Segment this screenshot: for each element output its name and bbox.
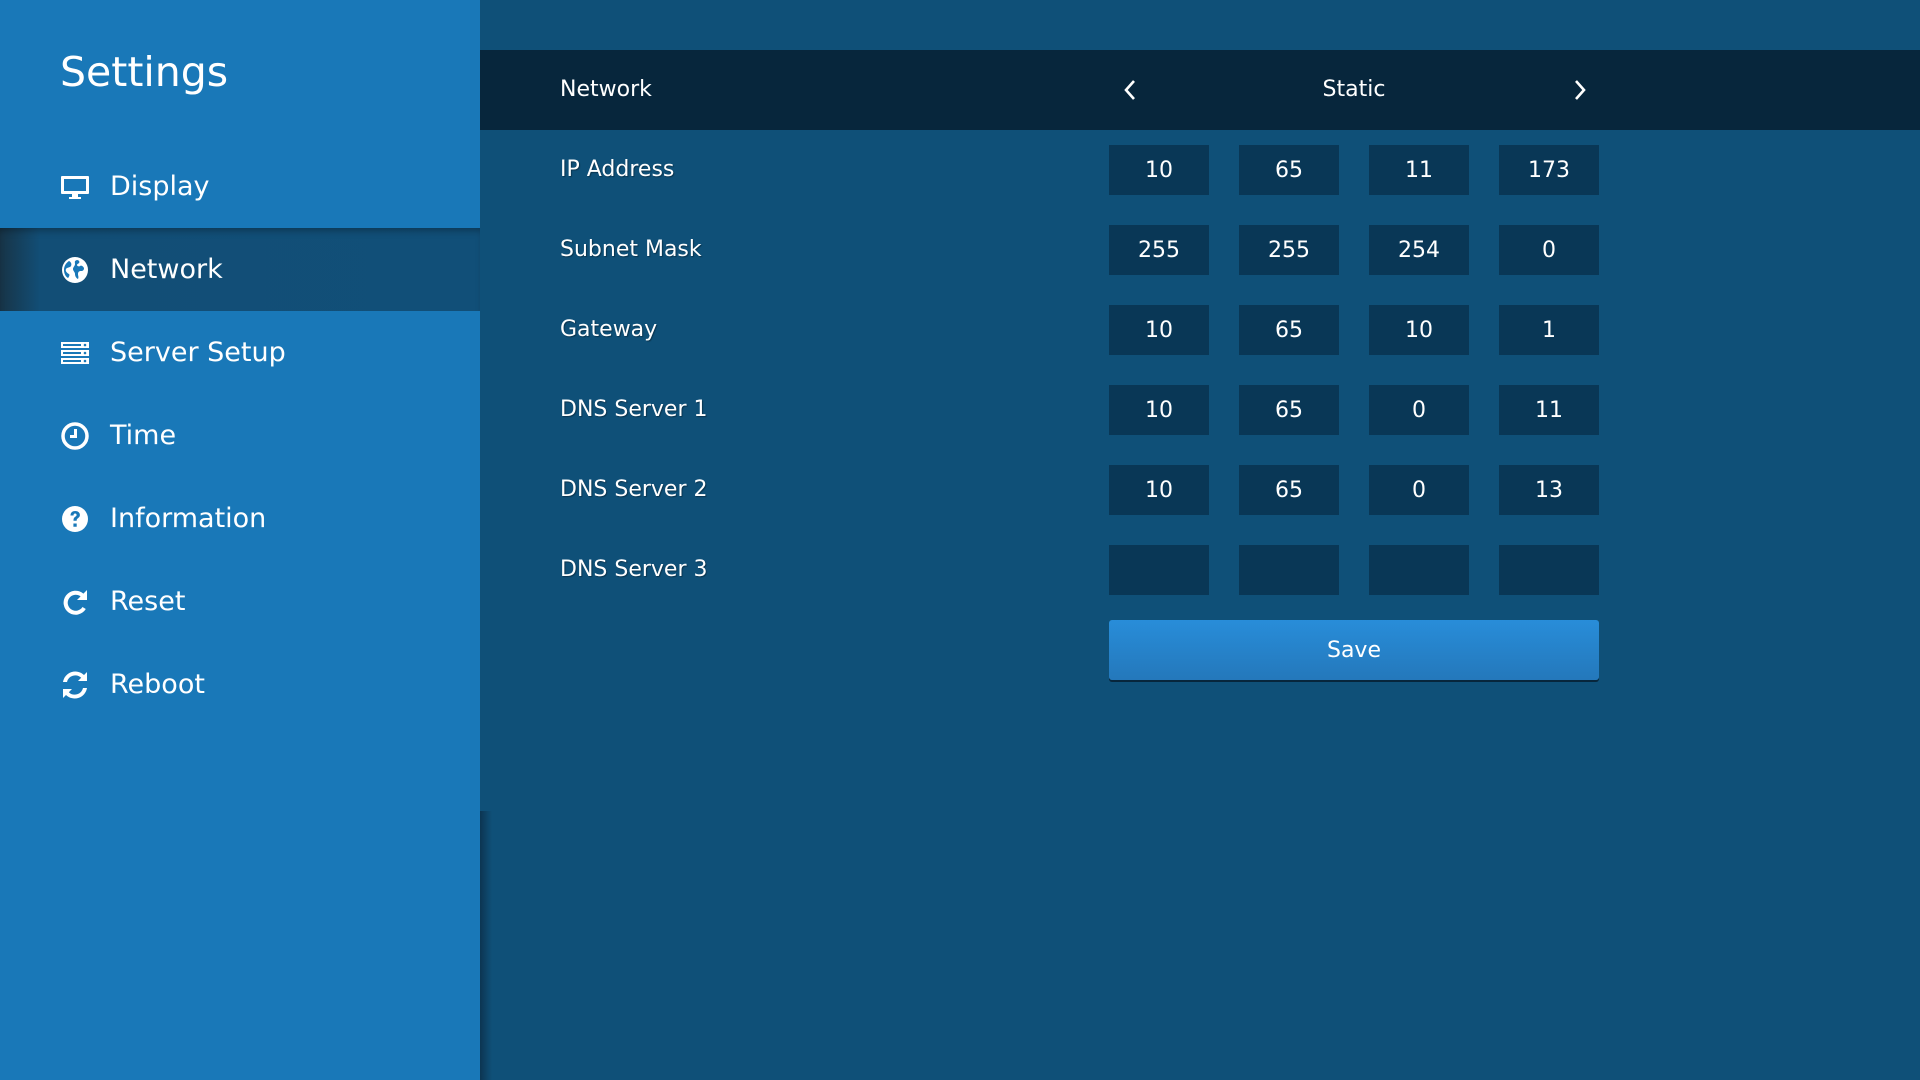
gateway-octet-4[interactable]	[1499, 305, 1599, 355]
ip-address-octet-2[interactable]	[1239, 145, 1339, 195]
sidebar-item-display[interactable]: Display	[0, 145, 480, 228]
sidebar-item-label: Time	[110, 420, 177, 451]
dns-server-2-row: DNS Server 2	[480, 465, 1920, 515]
refresh-icon	[60, 670, 90, 700]
dns-server-2-octet-2[interactable]	[1239, 465, 1339, 515]
dns-server-3-label: DNS Server 3	[560, 557, 708, 582]
clock-icon	[60, 421, 90, 451]
dns-server-2-octet-3[interactable]	[1369, 465, 1469, 515]
gateway-row: Gateway	[480, 305, 1920, 355]
sidebar-item-label: Information	[110, 503, 267, 534]
sidebar-item-information[interactable]: Information	[0, 477, 480, 560]
gateway-label: Gateway	[560, 317, 658, 342]
ip-address-octet-4[interactable]	[1499, 145, 1599, 195]
server-icon	[60, 338, 90, 368]
reset-icon	[60, 587, 90, 617]
dns-server-1-row: DNS Server 1	[480, 385, 1920, 435]
subnet-mask-octet-3[interactable]	[1369, 225, 1469, 275]
chevron-right-icon[interactable]	[1560, 70, 1600, 110]
globe-icon	[60, 255, 90, 285]
sidebar-item-label: Reset	[110, 586, 186, 617]
gateway-octet-3[interactable]	[1369, 305, 1469, 355]
ip-address-row: IP Address	[480, 145, 1920, 195]
ip-address-octet-3[interactable]	[1369, 145, 1469, 195]
dns-server-3-octet-1[interactable]	[1109, 545, 1209, 595]
dns-server-2-octet-4[interactable]	[1499, 465, 1599, 515]
sidebar-item-time[interactable]: Time	[0, 394, 480, 477]
dns-server-1-octet-1[interactable]	[1109, 385, 1209, 435]
save-button[interactable]: Save	[1109, 620, 1599, 680]
subnet-mask-octet-1[interactable]	[1109, 225, 1209, 275]
sidebar-item-server-setup[interactable]: Server Setup	[0, 311, 480, 394]
sidebar-item-label: Network	[110, 254, 223, 285]
dns-server-3-octet-3[interactable]	[1369, 545, 1469, 595]
dns-server-2-label: DNS Server 2	[560, 477, 708, 502]
monitor-icon	[60, 172, 90, 202]
dns-server-1-octet-3[interactable]	[1369, 385, 1469, 435]
dns-server-1-octet-2[interactable]	[1239, 385, 1339, 435]
sidebar-item-label: Server Setup	[110, 337, 286, 368]
sidebar-title: Settings	[60, 48, 229, 96]
question-circle-icon	[60, 504, 90, 534]
sidebar-item-label: Display	[110, 171, 210, 202]
dns-server-3-row: DNS Server 3	[480, 545, 1920, 595]
gateway-octet-2[interactable]	[1239, 305, 1339, 355]
subnet-mask-octet-4[interactable]	[1499, 225, 1599, 275]
subnet-mask-octet-2[interactable]	[1239, 225, 1339, 275]
network-mode-label: Network	[560, 77, 652, 102]
subnet-mask-label: Subnet Mask	[560, 237, 702, 262]
network-mode-bar: Network Static	[480, 50, 1920, 130]
sidebar-menu: Display Network Server Setup Time Inform…	[0, 145, 480, 726]
subnet-mask-row: Subnet Mask	[480, 225, 1920, 275]
sidebar: Settings Display Network Server Setup Ti…	[0, 0, 480, 1080]
chevron-left-icon[interactable]	[1110, 70, 1150, 110]
sidebar-item-network[interactable]: Network	[0, 228, 480, 311]
ip-address-label: IP Address	[560, 157, 675, 182]
dns-server-1-octet-4[interactable]	[1499, 385, 1599, 435]
network-mode-value: Static	[1322, 77, 1386, 102]
sidebar-shadow	[480, 811, 492, 1080]
ip-address-octet-1[interactable]	[1109, 145, 1209, 195]
dns-server-1-label: DNS Server 1	[560, 397, 708, 422]
sidebar-item-label: Reboot	[110, 669, 205, 700]
gateway-octet-1[interactable]	[1109, 305, 1209, 355]
dns-server-3-octet-2[interactable]	[1239, 545, 1339, 595]
network-panel: Network Static IP Address Subnet Mask Ga…	[480, 0, 1920, 1080]
sidebar-item-reboot[interactable]: Reboot	[0, 643, 480, 726]
dns-server-2-octet-1[interactable]	[1109, 465, 1209, 515]
sidebar-item-reset[interactable]: Reset	[0, 560, 480, 643]
dns-server-3-octet-4[interactable]	[1499, 545, 1599, 595]
